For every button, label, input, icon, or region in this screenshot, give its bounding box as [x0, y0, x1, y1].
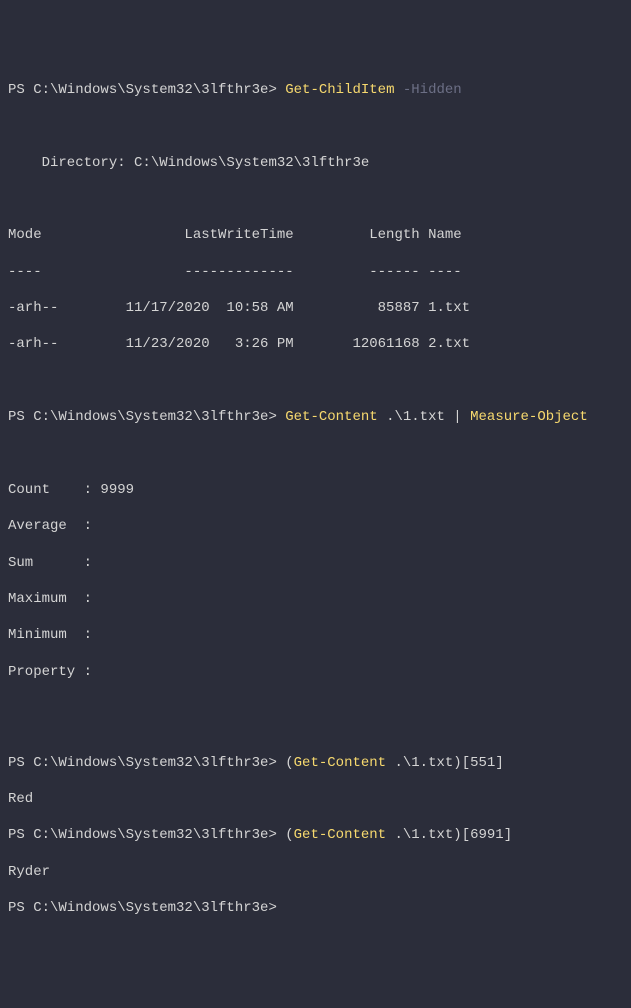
command-line-5: PS C:\Windows\System32\3lfthr3e> [8, 899, 623, 917]
prompt: PS C:\Windows\System32\3lfthr3e> [8, 82, 285, 98]
output-value: Ryder [8, 863, 623, 881]
command-line-4: PS C:\Windows\System32\3lfthr3e> (Get-Co… [8, 826, 623, 844]
directory-header: Directory: C:\Windows\System32\3lfthr3e [8, 154, 623, 172]
command-line-1: PS C:\Windows\System32\3lfthr3e> Get-Chi… [8, 81, 623, 99]
output-value: Red [8, 790, 623, 808]
prompt: PS C:\Windows\System32\3lfthr3e> [8, 827, 285, 843]
index-value: 551 [470, 755, 495, 771]
prompt: PS C:\Windows\System32\3lfthr3e> [8, 900, 277, 916]
measure-maximum: Maximum : [8, 590, 623, 608]
command-line-2: PS C:\Windows\System32\3lfthr3e> Get-Con… [8, 408, 623, 426]
cmdlet: Get-Content [285, 409, 377, 425]
measure-minimum: Minimum : [8, 626, 623, 644]
measure-average: Average : [8, 517, 623, 535]
parameter: -Hidden [403, 82, 462, 98]
measure-count: Count : 9999 [8, 481, 623, 499]
table-divider: ---- ------------- ------ ---- [8, 263, 623, 281]
measure-property: Property : [8, 663, 623, 681]
terminal-output[interactable]: PS C:\Windows\System32\3lfthr3e> Get-Chi… [8, 81, 623, 918]
pipe-operator: | [453, 409, 461, 425]
command-line-3: PS C:\Windows\System32\3lfthr3e> (Get-Co… [8, 754, 623, 772]
prompt: PS C:\Windows\System32\3lfthr3e> [8, 755, 285, 771]
cmdlet: Get-Content [294, 755, 386, 771]
cmdlet: Get-Content [294, 827, 386, 843]
cmdlet: Get-ChildItem [285, 82, 394, 98]
table-header: Mode LastWriteTime Length Name [8, 226, 623, 244]
table-row: -arh-- 11/17/2020 10:58 AM 85887 1.txt [8, 299, 623, 317]
prompt: PS C:\Windows\System32\3lfthr3e> [8, 409, 285, 425]
cmdlet: Measure-Object [470, 409, 588, 425]
index-value: 6991 [470, 827, 504, 843]
measure-sum: Sum : [8, 554, 623, 572]
table-row: -arh-- 11/23/2020 3:26 PM 12061168 2.txt [8, 335, 623, 353]
